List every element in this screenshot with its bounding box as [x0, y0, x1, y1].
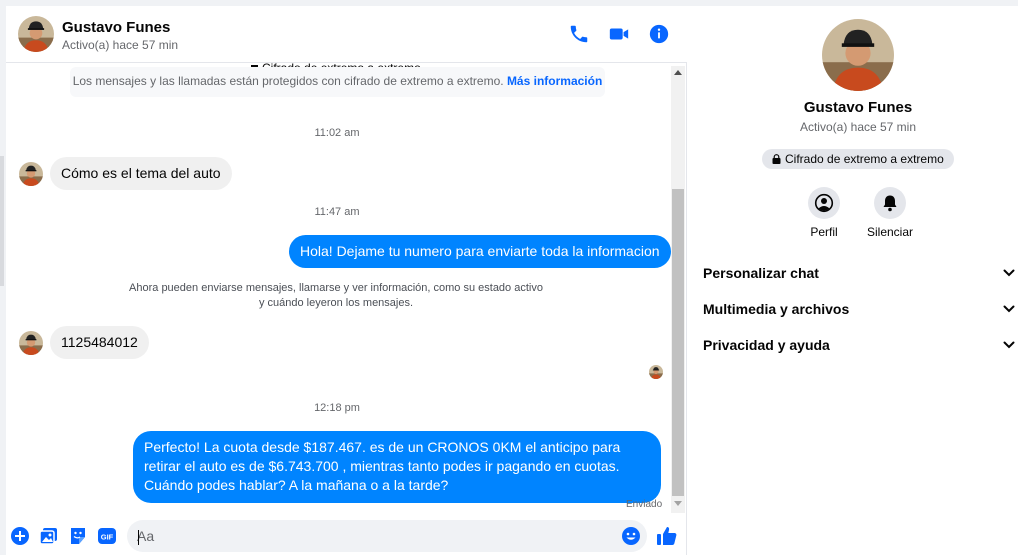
emoji-icon[interactable]	[621, 526, 641, 546]
section-label: Privacidad y ayuda	[703, 337, 830, 353]
lock-icon	[772, 154, 781, 164]
info-contact-status: Activo(a) hace 57 min	[799, 120, 917, 134]
chevron-down-icon	[1003, 305, 1015, 313]
sticker-icon[interactable]	[68, 526, 88, 546]
timestamp: 11:02 am	[314, 127, 360, 139]
message-avatar[interactable]	[19, 162, 43, 186]
mute-action-label: Silenciar	[866, 225, 914, 239]
image-icon[interactable]	[39, 526, 59, 546]
bell-icon	[883, 195, 897, 212]
section-privacy-help[interactable]: Privacidad y ayuda	[703, 333, 1015, 357]
gif-icon[interactable]: GIF	[97, 526, 117, 546]
timestamp: 12:18 pm	[314, 402, 360, 414]
more-info-link[interactable]: Más información	[507, 74, 602, 88]
outgoing-message[interactable]: Hola! Dejame tu numero para enviarte tod…	[289, 235, 671, 268]
contact-name[interactable]: Gustavo Funes	[62, 19, 170, 36]
incoming-message[interactable]: Cómo es el tema del auto	[50, 157, 232, 190]
scroll-up-arrow-icon[interactable]	[674, 70, 682, 75]
message-input[interactable]	[127, 520, 647, 552]
plus-icon[interactable]	[10, 526, 30, 546]
message-avatar[interactable]	[19, 331, 43, 355]
chevron-down-icon	[1003, 341, 1015, 349]
profile-icon	[814, 193, 834, 213]
message-scrollbar[interactable]	[671, 66, 685, 513]
chat-panel: Gustavo Funes Activo(a) hace 57 min Cifr…	[6, 6, 687, 555]
scroll-down-arrow-icon[interactable]	[674, 501, 682, 506]
composer: GIF	[6, 515, 687, 555]
section-customize-chat[interactable]: Personalizar chat	[703, 261, 1015, 285]
outgoing-message[interactable]: Perfecto! La cuota desde $187.467. es de…	[133, 431, 661, 503]
chat-header: Gustavo Funes Activo(a) hace 57 min	[6, 6, 687, 63]
conversation-info-panel: Gustavo Funes Activo(a) hace 57 min Cifr…	[688, 6, 1018, 555]
contact-status: Activo(a) hace 57 min	[62, 38, 179, 52]
gif-label: GIF	[101, 533, 114, 542]
encryption-badge-label: Cifrado de extremo a extremo	[785, 152, 944, 166]
seen-avatar	[649, 365, 663, 379]
chevron-down-icon	[1003, 269, 1015, 277]
thumbs-up-icon[interactable]	[656, 525, 678, 547]
left-edge-handle	[0, 156, 4, 286]
message-list[interactable]: Cifrado de extremo a extremo Los mensaje…	[6, 63, 687, 515]
section-media-files[interactable]: Multimedia y archivos	[703, 297, 1015, 321]
activity-notice-line: Ahora pueden enviarse mensajes, llamarse…	[129, 282, 543, 294]
sent-status: Enviado	[626, 499, 663, 510]
activity-notice: Ahora pueden enviarse mensajes, llamarse…	[116, 281, 556, 311]
encryption-banner-text: Los mensajes y las llamadas están proteg…	[72, 74, 504, 88]
contact-profile-avatar[interactable]	[822, 19, 894, 91]
section-label: Multimedia y archivos	[703, 301, 850, 317]
encryption-banner: Los mensajes y las llamadas están proteg…	[70, 67, 605, 97]
profile-action-button[interactable]	[808, 187, 840, 219]
video-camera-icon[interactable]	[608, 23, 630, 45]
activity-notice-line: y cuándo leyeron los mensajes.	[258, 297, 414, 309]
timestamp: 11:47 am	[314, 206, 360, 218]
info-icon[interactable]	[648, 23, 670, 45]
section-label: Personalizar chat	[703, 265, 819, 281]
incoming-message[interactable]: 1125484012	[50, 326, 149, 359]
mute-action-button[interactable]	[874, 187, 906, 219]
mute-action[interactable]: Silenciar	[850, 187, 930, 239]
encryption-badge[interactable]: Cifrado de extremo a extremo	[762, 149, 954, 169]
info-contact-name: Gustavo Funes	[803, 99, 913, 116]
text-caret	[138, 530, 139, 545]
phone-icon[interactable]	[568, 23, 590, 45]
scroll-thumb[interactable]	[672, 189, 684, 496]
contact-avatar[interactable]	[18, 16, 54, 52]
